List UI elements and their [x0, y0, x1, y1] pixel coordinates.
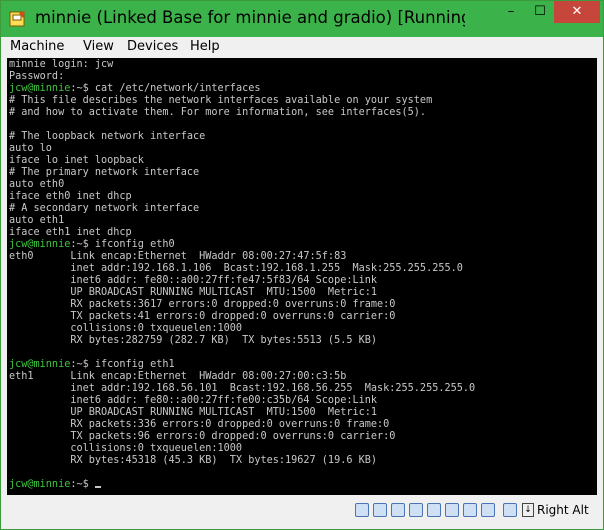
terminal-line: # The loopback network interface — [9, 131, 205, 143]
optical-drive-icon[interactable] — [373, 503, 387, 517]
terminal-text: # and how to activate them. For more inf… — [9, 107, 427, 118]
terminal-line: collisions:0 txqueuelen:1000 — [9, 323, 242, 335]
terminal-text: :~$ cat /etc/network/interfaces — [70, 83, 261, 94]
terminal-line: UP BROADCAST RUNNING MULTICAST MTU:1500 … — [9, 407, 377, 419]
terminal-text: auto eth0 — [9, 179, 65, 190]
terminal-text: inet6 addr: fe80::a00:27ff:fe47:5f83/64 … — [9, 275, 378, 286]
terminal-line: inet addr:192.168.56.101 Bcast:192.168.5… — [9, 383, 475, 395]
terminal-text: Password: — [9, 71, 65, 82]
terminal-line: collisions:0 txqueuelen:1000 — [9, 443, 242, 455]
menu-bar: Machine View Devices Help — [7, 37, 597, 57]
terminal-prompt: jcw@minnie — [9, 239, 71, 250]
terminal-line: UP BROADCAST RUNNING MULTICAST MTU:1500 … — [9, 287, 377, 299]
terminal-text: RX bytes:282759 (282.7 KB) TX bytes:5513… — [9, 335, 378, 346]
terminal-line: iface eth0 inet dhcp — [9, 191, 132, 203]
maximize-button[interactable]: ☐ — [527, 1, 553, 23]
close-button[interactable]: ✕ — [554, 1, 600, 23]
terminal-cursor — [94, 486, 101, 488]
terminal-text: # A secondary network interface — [9, 203, 200, 214]
terminal-line: inet addr:192.168.1.106 Bcast:192.168.1.… — [9, 263, 463, 275]
menu-devices[interactable]: Devices — [127, 39, 178, 54]
terminal-text: TX packets:41 errors:0 dropped:0 overrun… — [9, 311, 396, 322]
terminal-line: RX packets:336 errors:0 dropped:0 overru… — [9, 419, 389, 431]
virtualbox-app-icon — [9, 10, 27, 28]
menu-help[interactable]: Help — [190, 39, 220, 54]
terminal-text: RX packets:336 errors:0 dropped:0 overru… — [9, 419, 390, 430]
terminal-line: RX bytes:282759 (282.7 KB) TX bytes:5513… — [9, 335, 377, 347]
terminal-text: # The loopback network interface — [9, 131, 206, 142]
terminal-line: jcw@minnie:~$ ifconfig eth1 — [9, 359, 175, 371]
terminal-text: eth1 Link encap:Ethernet HWaddr 08:00:27… — [9, 371, 347, 382]
terminal-prompt: jcw@minnie — [9, 83, 71, 94]
vm-window: minnie (Linked Base for minnie and gradi… — [0, 0, 604, 530]
terminal-text: collisions:0 txqueuelen:1000 — [9, 323, 243, 334]
hard-disk-icon[interactable] — [355, 503, 369, 517]
menu-view[interactable]: View — [83, 39, 114, 54]
terminal-text: TX packets:96 errors:0 dropped:0 overrun… — [9, 431, 396, 442]
terminal-line: # and how to activate them. For more inf… — [9, 107, 426, 119]
terminal-line: TX packets:41 errors:0 dropped:0 overrun… — [9, 311, 395, 323]
terminal-line: RX bytes:45318 (45.3 KB) TX bytes:19627 … — [9, 455, 377, 467]
terminal-line: jcw@minnie:~$ — [9, 479, 101, 491]
terminal-line: auto eth0 — [9, 179, 64, 191]
terminal-text: inet addr:192.168.1.106 Bcast:192.168.1.… — [9, 263, 463, 274]
terminal-line: # The primary network interface — [9, 167, 199, 179]
terminal-text: collisions:0 txqueuelen:1000 — [9, 443, 243, 454]
terminal-text: :~$ ifconfig eth0 — [70, 239, 175, 250]
terminal-text: RX packets:3617 errors:0 dropped:0 overr… — [9, 299, 396, 310]
video-capture-icon[interactable] — [463, 503, 477, 517]
terminal-text: # This file describes the network interf… — [9, 95, 433, 106]
terminal-text: iface lo inet loopback — [9, 155, 144, 166]
terminal-line: jcw@minnie:~$ cat /etc/network/interface… — [9, 83, 260, 95]
title-bar[interactable]: minnie (Linked Base for minnie and gradi… — [1, 1, 603, 37]
terminal-text: # The primary network interface — [9, 167, 200, 178]
terminal-line: minnie login: jcw — [9, 59, 113, 71]
terminal-text: auto lo — [9, 143, 52, 154]
terminal-line: # A secondary network interface — [9, 203, 199, 215]
terminal-text: iface eth0 inet dhcp — [9, 191, 132, 202]
status-bar: ↓ Right Alt — [7, 498, 597, 524]
host-key-arrow-icon: ↓ — [522, 503, 534, 517]
terminal-text: iface eth1 inet dhcp — [9, 227, 132, 238]
window-title: minnie (Linked Base for minnie and gradi… — [35, 8, 465, 27]
terminal-prompt: jcw@minnie — [9, 359, 71, 370]
terminal-text: auto eth1 — [9, 215, 65, 226]
terminal-line: Password: — [9, 71, 64, 83]
terminal-text: :~$ ifconfig eth1 — [70, 359, 175, 370]
terminal-text: eth0 Link encap:Ethernet HWaddr 08:00:27… — [9, 251, 347, 262]
minimize-button[interactable]: – — [497, 1, 525, 23]
terminal-line: iface lo inet loopback — [9, 155, 144, 167]
terminal-text: inet addr:192.168.56.101 Bcast:192.168.5… — [9, 383, 476, 394]
terminal-text: inet6 addr: fe80::a00:27ff:fe00:c35b/64 … — [9, 395, 378, 406]
host-key-label: Right Alt — [537, 503, 589, 517]
terminal-line: eth1 Link encap:Ethernet HWaddr 08:00:27… — [9, 371, 346, 383]
terminal-line: TX packets:96 errors:0 dropped:0 overrun… — [9, 431, 395, 443]
terminal-line: iface eth1 inet dhcp — [9, 227, 132, 239]
display-icon[interactable] — [427, 503, 441, 517]
usb-icon[interactable] — [391, 503, 405, 517]
terminal-text: :~$ — [70, 479, 95, 490]
terminal-line: auto eth1 — [9, 215, 64, 227]
menu-machine[interactable]: Machine — [10, 39, 64, 54]
mouse-integration-icon[interactable] — [503, 503, 517, 517]
virtualization-icon[interactable] — [481, 503, 495, 517]
terminal-line: auto lo — [9, 143, 52, 155]
vm-console-screen[interactable]: minnie login: jcw Password: jcw@minnie:~$ … — [7, 58, 597, 495]
terminal-prompt: jcw@minnie — [9, 479, 71, 490]
terminal-text: UP BROADCAST RUNNING MULTICAST MTU:1500 … — [9, 287, 378, 298]
network-icon[interactable] — [445, 503, 459, 517]
shared-folders-icon[interactable] — [409, 503, 423, 517]
terminal-line: eth0 Link encap:Ethernet HWaddr 08:00:27… — [9, 251, 346, 263]
terminal-line: inet6 addr: fe80::a00:27ff:fe47:5f83/64 … — [9, 275, 377, 287]
terminal-line: # This file describes the network interf… — [9, 95, 432, 107]
terminal-line: jcw@minnie:~$ ifconfig eth0 — [9, 239, 175, 251]
terminal-line: RX packets:3617 errors:0 dropped:0 overr… — [9, 299, 395, 311]
terminal-line: inet6 addr: fe80::a00:27ff:fe00:c35b/64 … — [9, 395, 377, 407]
terminal-text: RX bytes:45318 (45.3 KB) TX bytes:19627 … — [9, 455, 378, 466]
terminal-text: minnie login: jcw — [9, 59, 114, 70]
terminal-text: UP BROADCAST RUNNING MULTICAST MTU:1500 … — [9, 407, 378, 418]
